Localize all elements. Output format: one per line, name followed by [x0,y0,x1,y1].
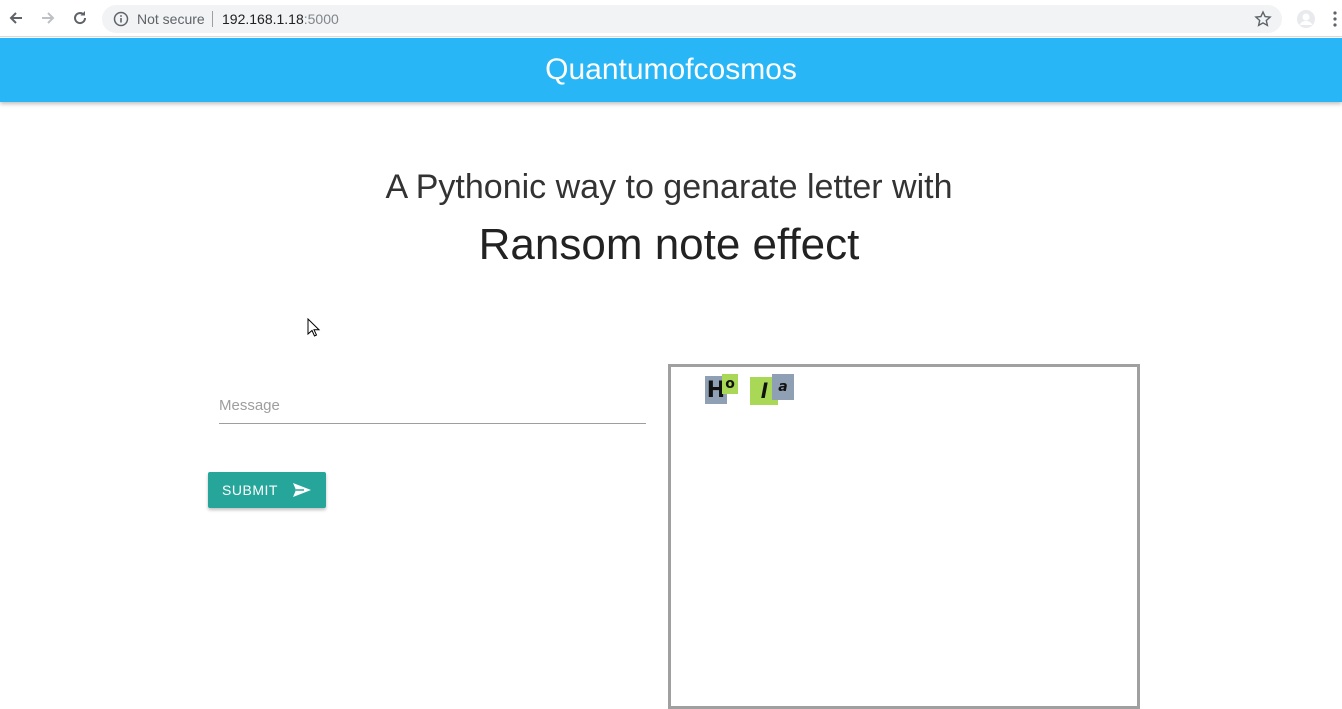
forward-arrow-icon [42,12,55,24]
ransom-letter-char: l [760,379,768,403]
ransom-letter-char: o [725,376,735,392]
send-icon [292,483,311,497]
profile-avatar-icon[interactable] [1296,9,1316,29]
ransom-letter-a: a [772,374,794,400]
page-title: Ransom note effect [478,220,860,269]
message-input[interactable] [219,388,646,424]
info-icon[interactable] [113,11,129,27]
back-button[interactable] [6,8,26,28]
brand-logo[interactable]: Quantumofcosmos [545,53,797,87]
output-canvas: H o l a [668,364,1140,709]
kebab-menu-icon[interactable] [1332,10,1338,28]
back-arrow-icon [9,12,22,24]
top-navbar: Quantumofcosmos [0,38,1342,102]
submit-button[interactable]: SUBMIT [208,472,326,508]
ransom-letter-char: a [778,379,788,395]
bookmark-star-icon[interactable] [1254,10,1272,28]
url-port: :5000 [303,11,339,27]
address-bar[interactable]: Not secure 192.168.1.18:5000 [102,5,1282,33]
mouse-cursor-icon [307,318,321,337]
page-subtitle: A Pythonic way to genarate letter with [385,168,953,206]
url-host: 192.168.1.18 [222,11,304,27]
ransom-letter-o: o [722,374,738,394]
reload-button[interactable] [70,8,90,28]
browser-toolbar: Not secure 192.168.1.18:5000 [0,0,1342,37]
forward-button[interactable] [38,8,58,28]
submit-label: SUBMIT [222,482,278,498]
reload-icon [74,11,87,25]
security-label: Not secure [137,11,205,27]
address-divider [212,11,213,27]
url-text[interactable]: 192.168.1.18:5000 [222,11,339,27]
